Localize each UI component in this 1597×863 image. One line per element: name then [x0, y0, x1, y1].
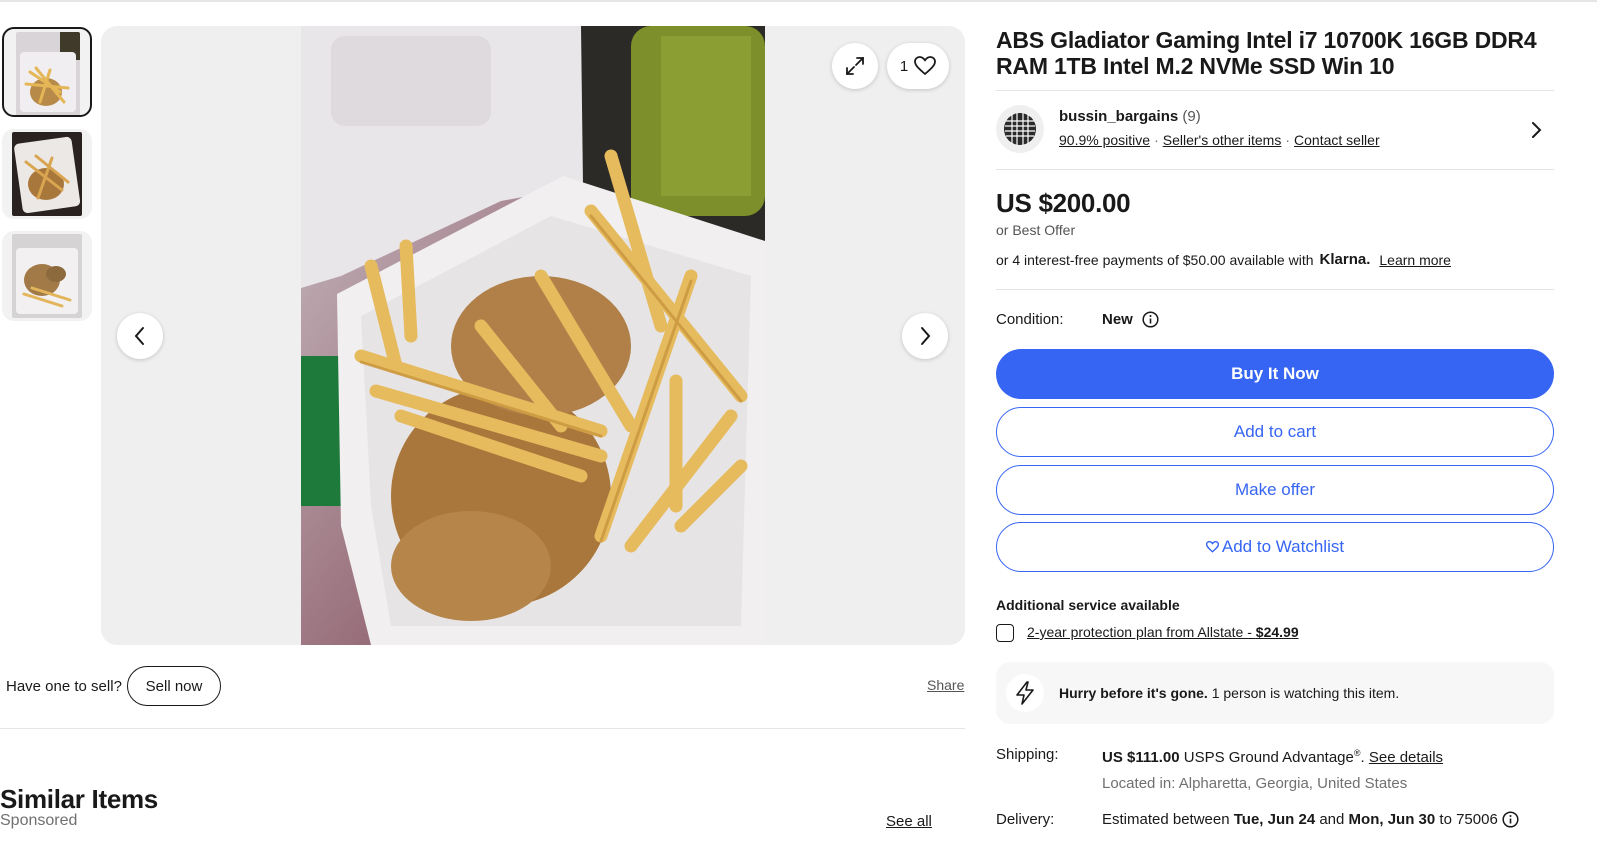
price: US $200.00 [996, 188, 1131, 218]
installments-line: or 4 interest-free payments of $50.00 av… [996, 251, 1451, 268]
seller-name-row: bussin_bargains (9) [1059, 108, 1201, 125]
condition-label: Condition: [996, 311, 1064, 328]
next-image-button[interactable] [902, 313, 948, 359]
expand-button[interactable] [832, 43, 878, 89]
seller-details-button[interactable] [1529, 120, 1543, 145]
make-offer-button[interactable]: Make offer [996, 465, 1554, 515]
main-product-photo [301, 26, 765, 645]
delivery-suffix: to 75006 [1435, 811, 1498, 828]
thumbnail-3-image [12, 234, 82, 318]
prev-image-button[interactable] [117, 313, 163, 359]
positive-feedback-link[interactable]: 90.9% positive [1059, 132, 1150, 148]
urgency-rest: 1 person is watching this item. [1207, 685, 1400, 701]
seller-feedback-count: (9) [1182, 108, 1201, 125]
seller-avatar-icon [1004, 113, 1036, 145]
share-link[interactable]: Share [927, 677, 964, 693]
condition-value: New [1102, 311, 1133, 328]
thumbnail-2[interactable] [2, 129, 92, 219]
chevron-left-icon [134, 327, 144, 345]
divider [996, 169, 1554, 170]
chevron-right-icon [921, 327, 931, 345]
urgency-bold: Hurry before it's gone. [1059, 685, 1208, 701]
chevron-right-icon [1532, 122, 1542, 138]
watch-count: 1 [899, 57, 909, 75]
add-to-watchlist-label: Add to Watchlist [1221, 537, 1345, 556]
condition-value-row: New [1102, 311, 1159, 328]
shipping-service: USPS Ground Advantage [1179, 749, 1354, 766]
sell-prompt: Have one to sell? [6, 678, 122, 695]
see-details-link[interactable]: See details [1369, 749, 1443, 766]
listing-title: ABS Gladiator Gaming Intel i7 10700K 16G… [996, 27, 1537, 79]
best-offer-label: or Best Offer [996, 222, 1076, 238]
top-divider [0, 0, 1597, 2]
buy-it-now-button[interactable]: Buy It Now [996, 349, 1554, 399]
add-to-cart-button[interactable]: Add to cart [996, 407, 1554, 457]
separator-dot: · [1154, 132, 1159, 148]
protection-plan-link[interactable]: 2-year protection plan from Allstate - $… [1027, 624, 1299, 640]
main-image-stage[interactable]: 1 [101, 26, 965, 645]
shipping-price: US $111.00 [1102, 749, 1180, 766]
delivery-estimate: Estimated between Tue, Jun 24 and Mon, J… [1102, 811, 1498, 828]
seller-other-items-link[interactable]: Seller's other items [1163, 132, 1282, 148]
shipping-separator: . [1360, 749, 1365, 766]
divider [996, 289, 1554, 290]
protection-plan-checkbox[interactable] [996, 624, 1014, 642]
left-divider [0, 728, 965, 729]
shipping-label: Shipping: [996, 746, 1059, 763]
seller-links: 90.9% positive · Seller's other items · Cont… [1059, 132, 1380, 148]
klarna-logo: Klarna. [1319, 251, 1371, 268]
divider [996, 90, 1554, 91]
shipping-value: US $111.00 USPS Ground Advantage®. See d… [1102, 748, 1443, 766]
protection-plan-text: 2-year protection plan from Allstate - [1027, 624, 1256, 640]
learn-more-link[interactable]: Learn more [1379, 252, 1451, 268]
thumbnail-1-image [16, 32, 80, 115]
installments-text: or 4 interest-free payments of $50.00 av… [996, 251, 1314, 268]
thumbnail-1[interactable] [2, 27, 92, 117]
protection-plan-price: $24.99 [1255, 624, 1299, 640]
seller-avatar[interactable] [996, 105, 1044, 153]
thumbnail-3[interactable] [2, 231, 92, 321]
seller-name[interactable]: bussin_bargains [1059, 108, 1178, 125]
urgency-text: Hurry before it's gone. 1 person is watc… [1059, 685, 1399, 701]
item-location: Located in: Alpharetta, Georgia, United … [1102, 775, 1408, 792]
thumbnail-2-image [12, 132, 82, 216]
similar-items-heading: Similar Items [0, 784, 158, 814]
lightning-icon [1006, 674, 1044, 712]
sell-now-button[interactable]: Sell now [127, 666, 221, 706]
watch-heart-button[interactable]: 1 [887, 43, 949, 89]
delivery-prefix: Estimated between [1102, 811, 1234, 828]
delivery-value: Estimated between Tue, Jun 24 and Mon, J… [1102, 811, 1519, 828]
info-icon[interactable] [1142, 311, 1159, 328]
separator-dot: · [1285, 132, 1291, 148]
delivery-and: and [1315, 811, 1349, 828]
delivery-start: Tue, Jun 24 [1233, 811, 1316, 828]
delivery-label: Delivery: [996, 811, 1055, 828]
contact-seller-link[interactable]: Contact seller [1294, 132, 1380, 148]
expand-icon [846, 57, 864, 75]
delivery-end: Mon, Jun 30 [1348, 811, 1436, 828]
sponsored-label: Sponsored [0, 812, 78, 829]
see-all-link[interactable]: See all [886, 813, 932, 830]
urgency-banner: Hurry before it's gone. 1 person is watc… [996, 662, 1554, 724]
heart-icon [1205, 541, 1219, 553]
registered-mark: ® [1353, 748, 1361, 758]
additional-service-heading: Additional service available [996, 597, 1180, 613]
info-icon[interactable] [1502, 811, 1519, 828]
add-to-watchlist-button[interactable]: Add to Watchlist [996, 522, 1554, 572]
heart-icon [914, 56, 937, 76]
